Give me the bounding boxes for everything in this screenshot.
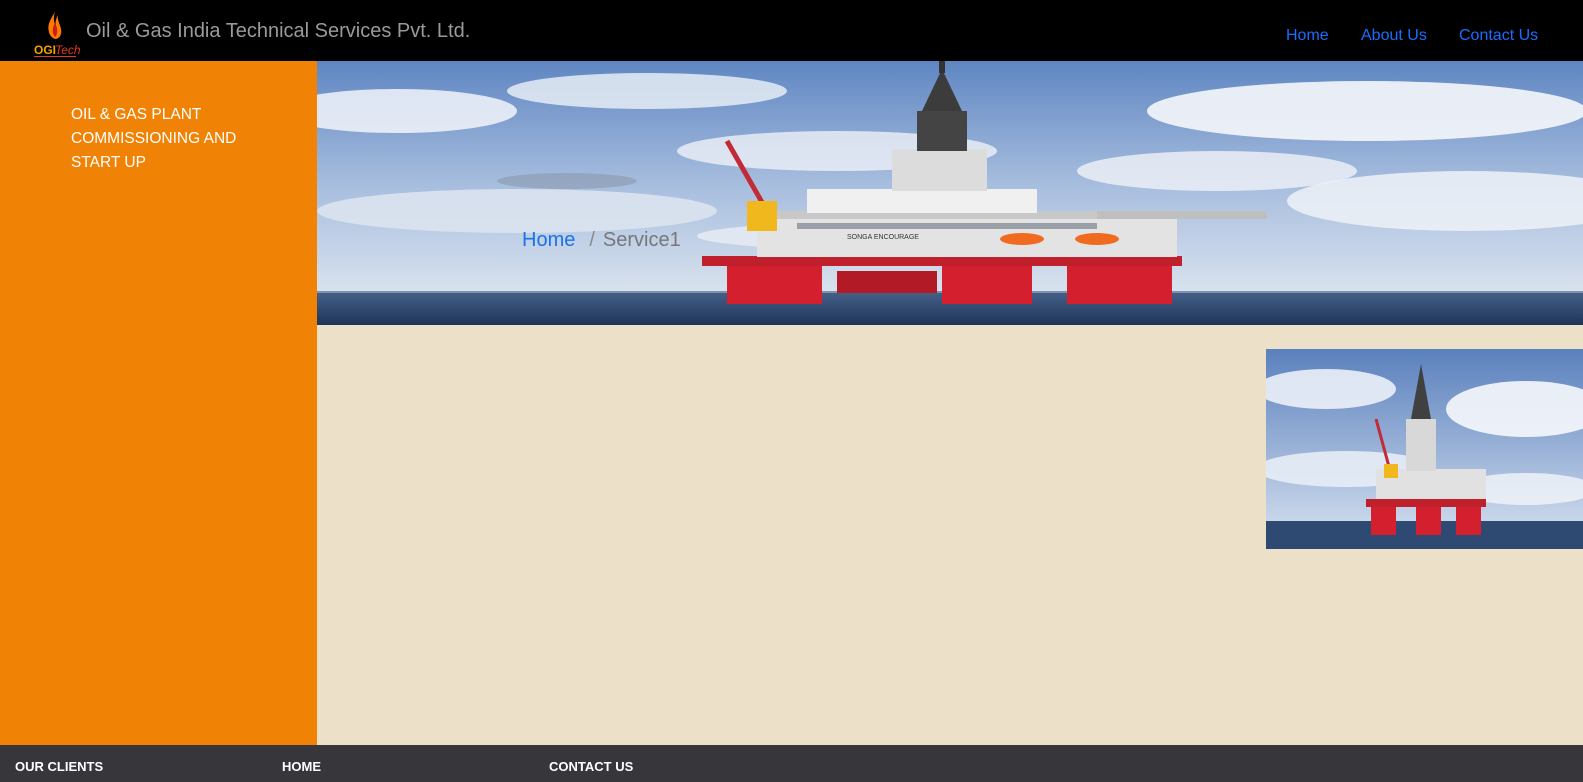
hero-banner: SONGA ENCOURAGE Home / Service1 (317, 61, 1583, 325)
svg-text:OGI: OGI (34, 43, 56, 57)
breadcrumb-current: Service1 (602, 229, 681, 251)
svg-text:Tech: Tech (55, 43, 80, 57)
breadcrumb-separator: / (589, 229, 595, 251)
footer-contact-link[interactable]: CONTACT US (549, 759, 633, 774)
service-sidebar: OIL & GAS PLANT COMMISSIONING AND START … (0, 61, 317, 745)
nav-home-link[interactable]: Home (1286, 27, 1329, 45)
breadcrumb: Home / Service1 (522, 229, 681, 252)
offshore-rig-photo (1266, 349, 1583, 549)
offshore-rig-banner-image: SONGA ENCOURAGE (317, 61, 1583, 325)
breadcrumb-home-link[interactable]: Home (522, 229, 575, 251)
nav-contact-link[interactable]: Contact Us (1459, 27, 1538, 45)
brand-name[interactable]: Oil & Gas India Technical Services Pvt. … (86, 20, 470, 43)
ogitech-logo[interactable]: OGI Tech (30, 10, 80, 60)
rig-name-label: SONGA ENCOURAGE (847, 234, 919, 241)
site-footer: OUR CLIENTS HOME CONTACT US (0, 745, 1583, 782)
footer-our-clients-link[interactable]: OUR CLIENTS (15, 759, 103, 774)
nav-about-link[interactable]: About Us (1361, 27, 1427, 45)
service-image (1266, 349, 1583, 549)
sidebar-service-title[interactable]: OIL & GAS PLANT COMMISSIONING AND START … (71, 103, 261, 175)
top-navbar: OGI Tech Oil & Gas India Technical Servi… (0, 0, 1583, 61)
footer-home-link[interactable]: HOME (282, 759, 321, 774)
